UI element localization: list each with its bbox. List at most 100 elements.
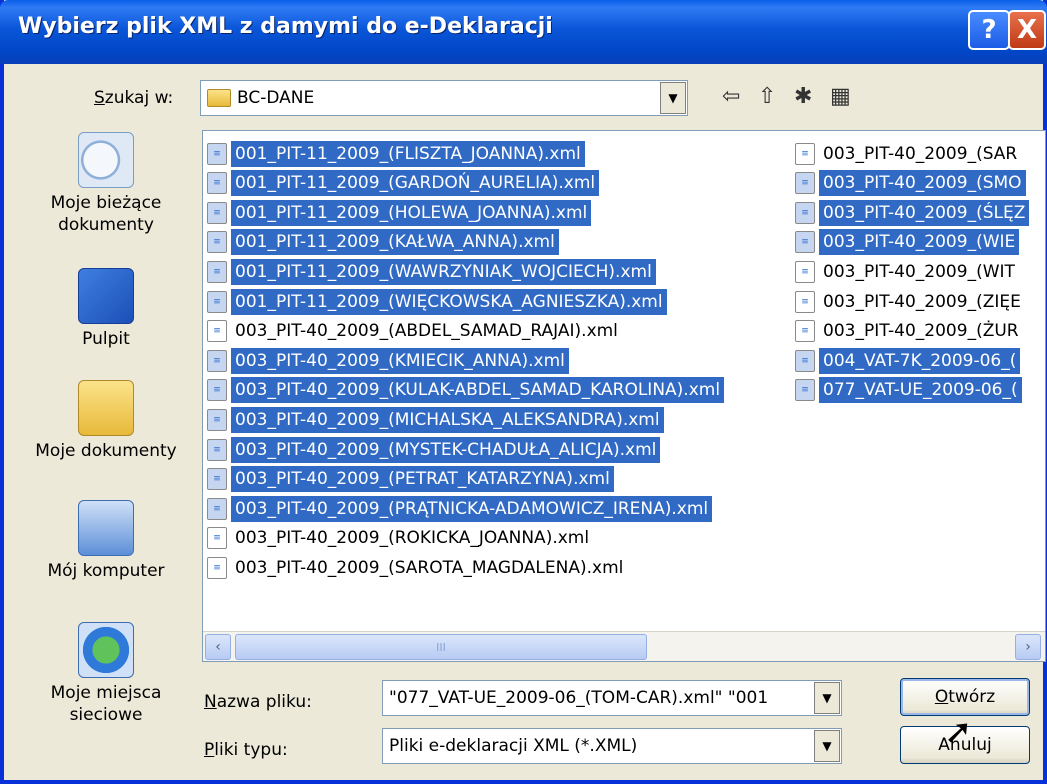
scroll-thumb[interactable]: III xyxy=(235,634,647,660)
file-name: 004_VAT-7K_2009-06_( xyxy=(819,347,1021,374)
file-name: 003_PIT-40_2009_(WIE xyxy=(819,229,1020,256)
desktop-icon xyxy=(78,268,134,324)
file-name: 003_PIT-40_2009_(ŻUR xyxy=(823,321,1019,342)
file-item[interactable]: ≡ 001_PIT-11_2009_(FLISZTA_JOANNA).xml xyxy=(203,139,585,168)
file-item[interactable]: ≡ 003_PIT-40_2009_(ABDEL_SAMAD_RAJAI).xml xyxy=(203,317,622,346)
lookin-dropdown[interactable]: BC-DANE ▼ xyxy=(200,80,688,116)
filetype-dropdown[interactable]: Pliki e-deklaracji XML (*.XML) ▼ xyxy=(382,728,842,764)
filename-label: Nazwa pliku: xyxy=(204,692,312,712)
xml-file-icon: ≡ xyxy=(207,290,227,313)
xml-file-icon: ≡ xyxy=(795,290,815,313)
view-menu-icon[interactable]: ▦ xyxy=(830,84,851,109)
place-my-documents[interactable]: Moje dokumenty xyxy=(22,380,190,462)
mouse-cursor-icon: ➚ xyxy=(944,712,973,752)
file-item[interactable]: ≡ 003_PIT-40_2009_(SAROTA_MAGDALENA).xml xyxy=(203,553,627,582)
file-name: 077_VAT-UE_2009-06_( xyxy=(819,377,1022,404)
file-item[interactable]: ≡ 003_PIT-40_2009_(ROKICKA_JOANNA).xml xyxy=(203,524,593,553)
file-item[interactable]: ≡ 003_PIT-40_2009_(ZIĘE xyxy=(791,287,1025,316)
file-item[interactable]: ≡ 001_PIT-11_2009_(GARDOŃ_AURELIA).xml xyxy=(203,169,600,198)
file-name: 003_PIT-40_2009_(MICHALSKA_ALEKSANDRA).x… xyxy=(231,406,664,433)
file-item[interactable]: ≡ 003_PIT-40_2009_(SAR xyxy=(791,139,1021,168)
file-item[interactable]: ≡ 003_PIT-40_2009_(ŚLĘZ xyxy=(791,198,1030,227)
file-item[interactable]: ≡ 003_PIT-40_2009_(KMIECIK_ANNA).xml xyxy=(203,346,569,375)
lookin-label: Szukaj w: xyxy=(94,88,174,108)
file-item[interactable]: ≡ 003_PIT-40_2009_(ŻUR xyxy=(791,317,1023,346)
file-name: 003_PIT-40_2009_(SMO xyxy=(819,170,1026,197)
file-item[interactable]: ≡ 001_PIT-11_2009_(KAŁWA_ANNA).xml xyxy=(203,228,559,257)
file-name: 001_PIT-11_2009_(FLISZTA_JOANNA).xml xyxy=(231,140,585,167)
file-name: 003_PIT-40_2009_(ROKICKA_JOANNA).xml xyxy=(235,528,590,549)
xml-file-icon: ≡ xyxy=(795,349,815,372)
xml-file-icon: ≡ xyxy=(207,172,227,195)
place-recent-documents[interactable]: Moje bieżące dokumenty xyxy=(22,132,190,236)
file-name: 003_PIT-40_2009_(SAR xyxy=(823,143,1018,164)
xml-file-icon: ≡ xyxy=(795,231,815,254)
file-item[interactable]: ≡ 003_PIT-40_2009_(WIT xyxy=(791,257,1019,286)
file-item[interactable]: ≡ 003_PIT-40_2009_(PRĄTNICKA-ADAMOWICZ_IR… xyxy=(203,494,713,523)
xml-file-icon: ≡ xyxy=(795,379,815,402)
file-name: 001_PIT-11_2009_(KAŁWA_ANNA).xml xyxy=(231,229,559,256)
file-item[interactable]: ≡ 001_PIT-11_2009_(HOLEWA_JOANNA).xml xyxy=(203,198,592,227)
file-item[interactable]: ≡ 003_PIT-40_2009_(KULAK-ABDEL_SAMAD_KARO… xyxy=(203,376,725,405)
file-name: 001_PIT-11_2009_(WIĘCKOWSKA_AGNIESZKA).x… xyxy=(231,288,667,315)
recent-documents-icon xyxy=(78,132,134,188)
file-name: 003_PIT-40_2009_(ABDEL_SAMAD_RAJAI).xml xyxy=(235,321,618,342)
help-button[interactable]: ? xyxy=(968,10,1010,50)
file-name: 001_PIT-11_2009_(HOLEWA_JOANNA).xml xyxy=(231,199,592,226)
file-list[interactable]: ≡ 001_PIT-11_2009_(FLISZTA_JOANNA).xml ≡ 00… xyxy=(202,130,1046,662)
xml-file-icon: ≡ xyxy=(207,201,227,224)
xml-file-icon: ≡ xyxy=(795,201,815,224)
chevron-down-icon[interactable]: ▼ xyxy=(660,82,686,114)
filetype-value: Pliki e-deklaracji XML (*.XML) xyxy=(389,736,638,756)
place-network[interactable]: Moje miejsca sieciowe xyxy=(22,622,190,726)
up-folder-icon[interactable]: ⇧ xyxy=(758,84,776,109)
places-bar: Moje bieżące dokumenty Pulpit Moje dokum… xyxy=(22,118,190,766)
file-item[interactable]: ≡ 001_PIT-11_2009_(WIĘCKOWSKA_AGNIESZKA).… xyxy=(203,287,667,316)
place-desktop[interactable]: Pulpit xyxy=(22,268,190,350)
back-arrow-icon[interactable]: ⇦ xyxy=(722,84,740,109)
file-name: 003_PIT-40_2009_(KMIECIK_ANNA).xml xyxy=(231,347,569,374)
file-name: 003_PIT-40_2009_(PETRAT_KATARZYNA).xml xyxy=(231,466,614,493)
my-documents-icon xyxy=(78,380,134,436)
file-item[interactable]: ≡ 003_PIT-40_2009_(WIE xyxy=(791,228,1020,257)
place-my-computer[interactable]: Mój komputer xyxy=(22,500,190,582)
file-name: 003_PIT-40_2009_(ZIĘE xyxy=(823,291,1021,312)
filename-value[interactable]: "077_VAT-UE_2009-06_(TOM-CAR).xml" "001 xyxy=(383,688,814,708)
file-item[interactable]: ≡ 003_PIT-40_2009_(MYSTEK-CHADUŁA_ALICJA)… xyxy=(203,435,661,464)
new-folder-icon[interactable]: ✱ xyxy=(794,84,812,109)
title-bar[interactable]: Wybierz plik XML z damymi do e-Deklaracj… xyxy=(0,0,1047,64)
scroll-right-button[interactable]: › xyxy=(1015,634,1041,660)
file-item[interactable]: ≡ 001_PIT-11_2009_(WAWRZYNIAK_WOJCIECH).x… xyxy=(203,257,656,286)
file-item[interactable]: ≡ 004_VAT-7K_2009-06_( xyxy=(791,346,1021,375)
file-open-dialog: Wybierz plik XML z damymi do e-Deklaracj… xyxy=(0,0,1047,784)
open-button[interactable]: Otwórz xyxy=(900,678,1030,716)
filename-input[interactable]: "077_VAT-UE_2009-06_(TOM-CAR).xml" "001 … xyxy=(382,680,842,716)
xml-file-icon: ≡ xyxy=(207,527,227,550)
lookin-value: BC-DANE xyxy=(237,88,315,108)
xml-file-icon: ≡ xyxy=(795,320,815,343)
xml-file-icon: ≡ xyxy=(207,142,227,165)
window-title: Wybierz plik XML z damymi do e-Deklaracj… xyxy=(18,14,553,39)
xml-file-icon: ≡ xyxy=(207,231,227,254)
close-button[interactable]: X xyxy=(1008,10,1046,50)
xml-file-icon: ≡ xyxy=(207,349,227,372)
file-item[interactable]: ≡ 003_PIT-40_2009_(MICHALSKA_ALEKSANDRA).… xyxy=(203,405,664,434)
xml-file-icon: ≡ xyxy=(207,468,227,491)
scroll-left-button[interactable]: ‹ xyxy=(205,634,231,660)
file-name: 003_PIT-40_2009_(KULAK-ABDEL_SAMAD_KAROL… xyxy=(231,377,725,404)
file-name: 003_PIT-40_2009_(MYSTEK-CHADUŁA_ALICJA).… xyxy=(231,436,661,463)
my-computer-icon xyxy=(78,500,134,556)
file-item[interactable]: ≡ 077_VAT-UE_2009-06_( xyxy=(791,376,1022,405)
xml-file-icon: ≡ xyxy=(795,260,815,283)
chevron-down-icon[interactable]: ▼ xyxy=(814,682,840,714)
xml-file-icon: ≡ xyxy=(207,260,227,283)
chevron-down-icon[interactable]: ▼ xyxy=(814,730,840,762)
file-item[interactable]: ≡ 003_PIT-40_2009_(PETRAT_KATARZYNA).xml xyxy=(203,465,614,494)
xml-file-icon: ≡ xyxy=(207,379,227,402)
file-name: 003_PIT-40_2009_(PRĄTNICKA-ADAMOWICZ_IRE… xyxy=(231,495,713,522)
file-name: 003_PIT-40_2009_(ŚLĘZ xyxy=(819,199,1030,226)
horizontal-scrollbar[interactable]: ‹ III › xyxy=(203,631,1045,661)
xml-file-icon: ≡ xyxy=(795,142,815,165)
xml-file-icon: ≡ xyxy=(207,320,227,343)
file-item[interactable]: ≡ 003_PIT-40_2009_(SMO xyxy=(791,169,1026,198)
